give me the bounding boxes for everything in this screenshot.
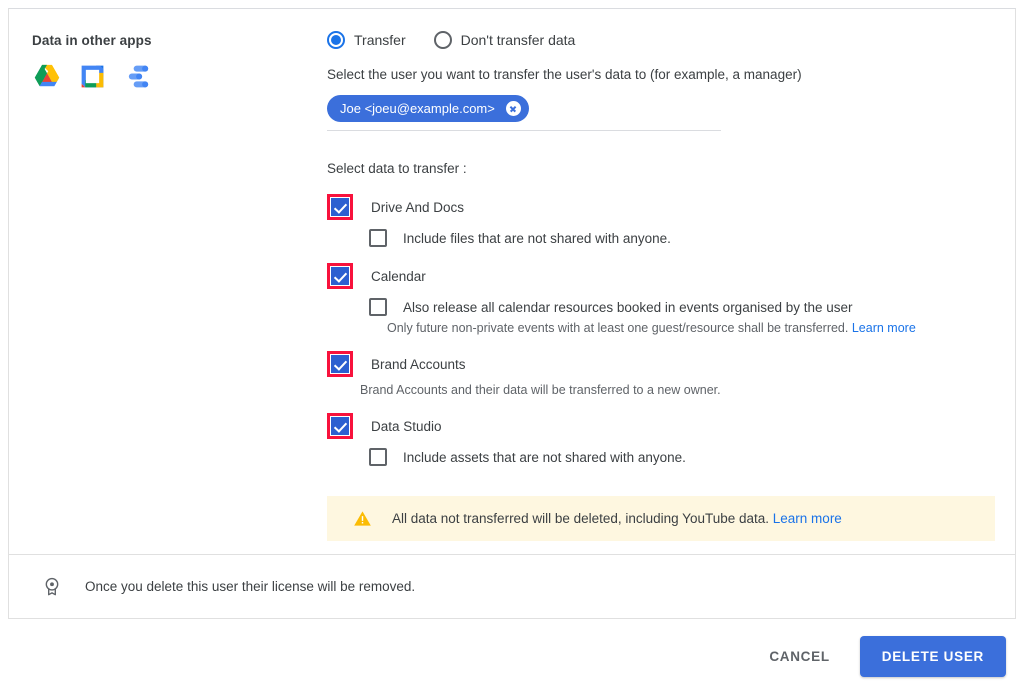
label-data-studio: Data Studio [371,419,442,434]
radio-dont-transfer[interactable]: Don't transfer data [434,31,576,49]
delete-user-dialog-card: Data in other apps [8,8,1016,619]
cancel-button[interactable]: CANCEL [753,639,845,674]
label-drive-and-docs: Drive And Docs [371,200,464,215]
checkbox-row-brand-accounts[interactable]: Brand Accounts [327,351,1007,377]
checkbox-data-studio[interactable] [331,417,349,435]
label-include-unshared-assets: Include assets that are not shared with … [403,450,686,465]
highlight-box-brand-accounts [327,351,353,377]
data-studio-icon [124,62,154,92]
dialog-footer: CANCEL DELETE USER [0,636,1024,677]
warning-learn-more-link[interactable]: Learn more [773,511,842,526]
checkbox-row-data-studio[interactable]: Data Studio [327,413,1007,439]
recipient-chip[interactable]: Joe <joeu@example.com> [327,95,529,122]
recipient-chip-label: Joe <joeu@example.com> [340,101,495,116]
section-heading: Data in other apps [32,33,282,48]
radio-transfer-label: Transfer [354,32,406,48]
highlight-box-drive-and-docs [327,194,353,220]
checkbox-row-calendar[interactable]: Calendar [327,263,1007,289]
label-calendar: Calendar [371,269,426,284]
checkbox-release-calendar-resources[interactable] [369,298,387,316]
radio-dont-transfer-indicator[interactable] [434,31,452,49]
note-brand-accounts: Brand Accounts and their data will be tr… [360,383,1007,397]
checkbox-brand-accounts[interactable] [331,355,349,373]
transfer-form: Transfer Don't transfer data Select the … [327,31,1007,541]
recipient-user-input[interactable]: Joe <joeu@example.com> [327,95,721,131]
radio-transfer-indicator[interactable] [327,31,345,49]
note-calendar: Only future non-private events with at l… [387,321,1007,335]
label-brand-accounts: Brand Accounts [371,357,466,372]
note-calendar-learn-more-link[interactable]: Learn more [852,321,916,335]
checkbox-calendar[interactable] [331,267,349,285]
warning-text-wrapper: All data not transferred will be deleted… [392,511,842,526]
license-badge-icon [41,576,63,598]
license-notice-text: Once you delete this user their license … [85,579,415,594]
label-release-calendar-resources: Also release all calendar resources book… [403,300,853,315]
data-item-calendar: Calendar Also release all calendar resou… [327,263,1007,335]
delete-user-button[interactable]: DELETE USER [860,636,1006,677]
note-calendar-text: Only future non-private events with at l… [387,321,848,335]
warning-text: All data not transferred will be deleted… [392,511,769,526]
data-item-data-studio: Data Studio Include assets that are not … [327,413,1007,466]
radio-dont-transfer-label: Don't transfer data [461,32,576,48]
google-drive-icon [32,62,62,92]
checkbox-row-drive-and-docs[interactable]: Drive And Docs [327,194,1007,220]
warning-triangle-icon [353,509,372,528]
sub-checkbox-row-calendar[interactable]: Also release all calendar resources book… [369,298,1007,316]
checkbox-drive-and-docs[interactable] [331,198,349,216]
highlight-box-calendar [327,263,353,289]
user-select-helper-text: Select the user you want to transfer the… [327,67,1007,82]
google-docs-icon [78,62,108,92]
sub-checkbox-row-data-studio[interactable]: Include assets that are not shared with … [369,448,1007,466]
warning-banner: All data not transferred will be deleted… [327,496,995,541]
select-data-title: Select data to transfer : [327,161,1007,176]
data-item-drive-and-docs: Drive And Docs Include files that are no… [327,194,1007,247]
checkbox-include-unshared-files[interactable] [369,229,387,247]
label-include-unshared-files: Include files that are not shared with a… [403,231,671,246]
sub-checkbox-row-drive-and-docs[interactable]: Include files that are not shared with a… [369,229,1007,247]
data-in-other-apps-section: Data in other apps [32,33,282,92]
dialog-body: Data in other apps [9,9,1015,554]
app-icon-list [32,62,282,92]
data-item-brand-accounts: Brand Accounts Brand Accounts and their … [327,351,1007,397]
license-notice-row: Once you delete this user their license … [9,555,1015,618]
highlight-box-data-studio [327,413,353,439]
transfer-mode-radio-group: Transfer Don't transfer data [327,31,1007,49]
radio-transfer[interactable]: Transfer [327,31,406,49]
checkbox-include-unshared-assets[interactable] [369,448,387,466]
chip-close-icon[interactable] [506,101,521,116]
